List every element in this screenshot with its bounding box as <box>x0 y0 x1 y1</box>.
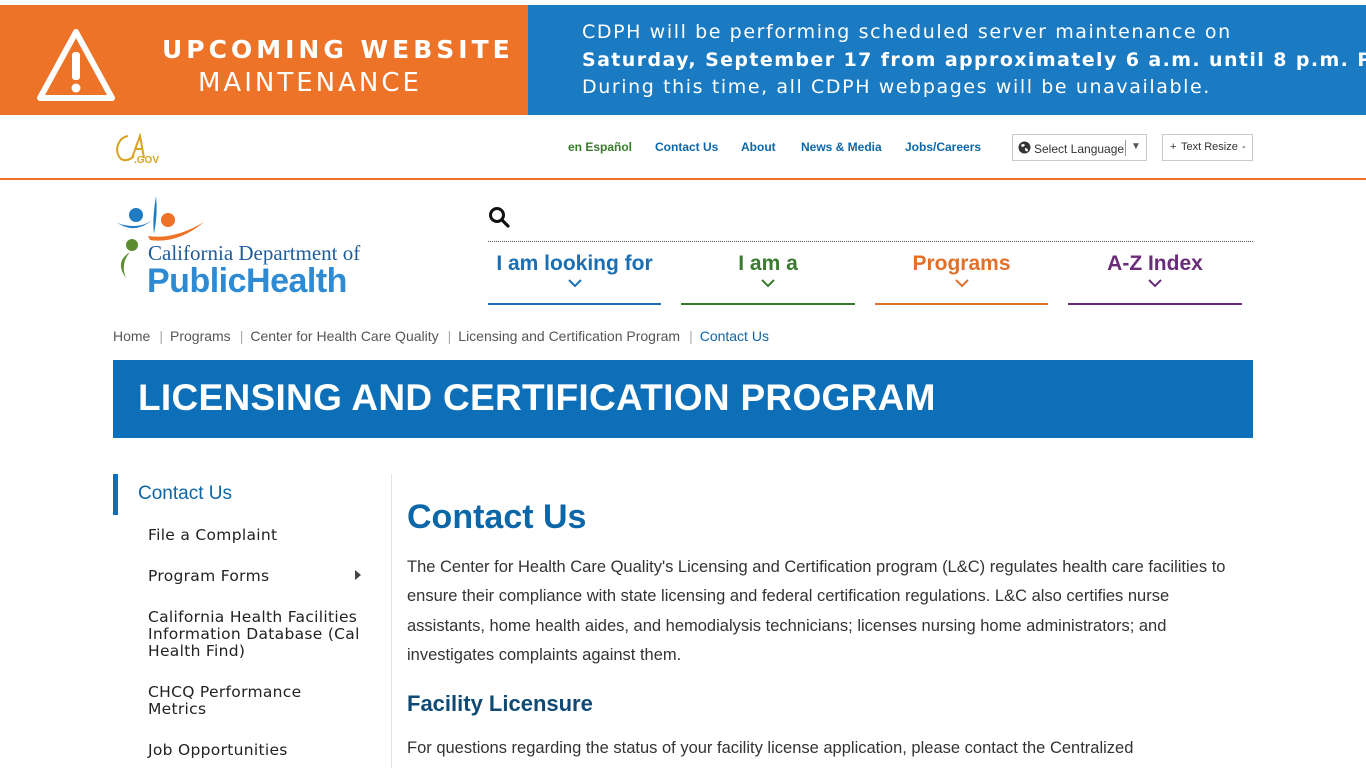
breadcrumb-home[interactable]: Home <box>113 328 150 344</box>
sidebar-item-chcq-metrics[interactable]: CHCQ Performance Metrics <box>148 684 363 718</box>
warning-icon <box>37 29 115 101</box>
link-about[interactable]: About <box>741 140 776 154</box>
text-resize-increase[interactable]: + <box>1170 141 1176 153</box>
breadcrumb-chcq[interactable]: Center for Health Care Quality <box>250 328 438 344</box>
sidebar-active-indicator <box>113 474 118 515</box>
link-jobs-careers[interactable]: Jobs/Careers <box>905 140 981 154</box>
nav-underline <box>488 303 661 305</box>
nav-label: A-Z Index <box>1107 252 1203 275</box>
nav-programs[interactable]: Programs <box>875 252 1048 305</box>
text-resize-decrease[interactable]: - <box>1242 141 1246 153</box>
page-title: LICENSING AND CERTIFICATION PROGRAM <box>138 377 936 418</box>
banner-left-panel: UPCOMING WEBSITE MAINTENANCE <box>0 5 528 115</box>
breadcrumb-separator: | <box>159 328 163 344</box>
breadcrumb-programs[interactable]: Programs <box>170 328 231 344</box>
banner-title-line2: MAINTENANCE <box>198 68 422 98</box>
nav-top-divider <box>488 241 1253 242</box>
chevron-down-icon <box>954 279 969 288</box>
link-news-media[interactable]: News & Media <box>801 140 882 154</box>
banner-message: CDPH will be performing scheduled server… <box>582 19 1366 102</box>
sidebar-divider <box>391 474 392 768</box>
banner-message-line3: During this time, all CDPH webpages will… <box>582 76 1211 98</box>
banner-message-line2: Saturday, September 17 from approximatel… <box>582 48 1366 71</box>
text-resize-control[interactable]: + Text Resize - <box>1162 134 1253 161</box>
language-select-label: Select Language <box>1034 142 1125 156</box>
utility-bar: .GOV en Español Contact Us About News & … <box>0 115 1366 180</box>
nav-i-am-looking-for[interactable]: I am looking for <box>488 252 661 305</box>
banner-right-panel: CDPH will be performing scheduled server… <box>528 5 1366 115</box>
content-title: Contact Us <box>407 498 587 536</box>
breadcrumb-separator: | <box>689 328 693 344</box>
nav-underline <box>875 303 1048 305</box>
breadcrumb: Home | Programs | Center for Health Care Qua… <box>113 328 769 344</box>
breadcrumb-separator: | <box>239 328 244 344</box>
sidebar-item-program-forms[interactable]: Program Forms <box>148 568 363 585</box>
chevron-down-icon <box>1148 279 1162 288</box>
breadcrumb-separator: | <box>447 328 452 344</box>
sidebar-item-contact-us[interactable]: Contact Us <box>138 483 232 505</box>
sidebar-item-cal-health-find[interactable]: California Health Facilities Information… <box>148 609 363 660</box>
maintenance-banner: UPCOMING WEBSITE MAINTENANCE CDPH will b… <box>0 5 1366 115</box>
caret-right-icon[interactable] <box>355 570 361 580</box>
nav-label: I am a <box>738 252 798 275</box>
breadcrumb-current: Contact Us <box>699 328 769 344</box>
banner-title-line1: UPCOMING WEBSITE <box>162 35 514 64</box>
nav-underline <box>681 303 855 305</box>
dropdown-arrow-icon: ▼ <box>1131 141 1141 152</box>
program-title-bar: LICENSING AND CERTIFICATION PROGRAM <box>113 360 1253 438</box>
sidebar-item-job-opportunities[interactable]: Job Opportunities <box>148 742 363 759</box>
language-select-divider <box>1125 140 1126 156</box>
ca-gov-logo[interactable]: .GOV <box>112 132 160 164</box>
text-resize-label: Text Resize <box>1181 141 1238 153</box>
banner-message-line1: CDPH will be performing scheduled server… <box>582 21 1232 43</box>
chevron-down-icon <box>761 279 775 288</box>
nav-label: I am looking for <box>496 252 653 275</box>
link-en-espanol[interactable]: en Español <box>568 140 632 154</box>
intro-paragraph: The Center for Health Care Quality's Lic… <box>407 558 1226 664</box>
nav-label: Programs <box>912 252 1011 275</box>
link-contact-us[interactable]: Contact Us <box>655 140 718 154</box>
chevron-down-icon <box>567 279 582 288</box>
facility-licensure-paragraph: For questions regarding the status of yo… <box>407 739 1134 757</box>
svg-text:.GOV: .GOV <box>134 155 159 164</box>
language-select[interactable]: Select Language ▼ <box>1012 134 1147 161</box>
nav-underline <box>1068 303 1242 305</box>
nav-a-z-index[interactable]: A-Z Index <box>1068 252 1242 305</box>
section-title-facility-licensure: Facility Licensure <box>407 691 593 716</box>
search-icon[interactable] <box>488 206 510 228</box>
breadcrumb-lc-program[interactable]: Licensing and Certification Program <box>458 328 680 344</box>
sidebar-item-file-a-complaint[interactable]: File a Complaint <box>148 527 363 544</box>
globe-icon <box>1018 141 1031 154</box>
nav-i-am-a[interactable]: I am a <box>681 252 855 305</box>
logo-line2: PublicHealth <box>147 262 347 300</box>
